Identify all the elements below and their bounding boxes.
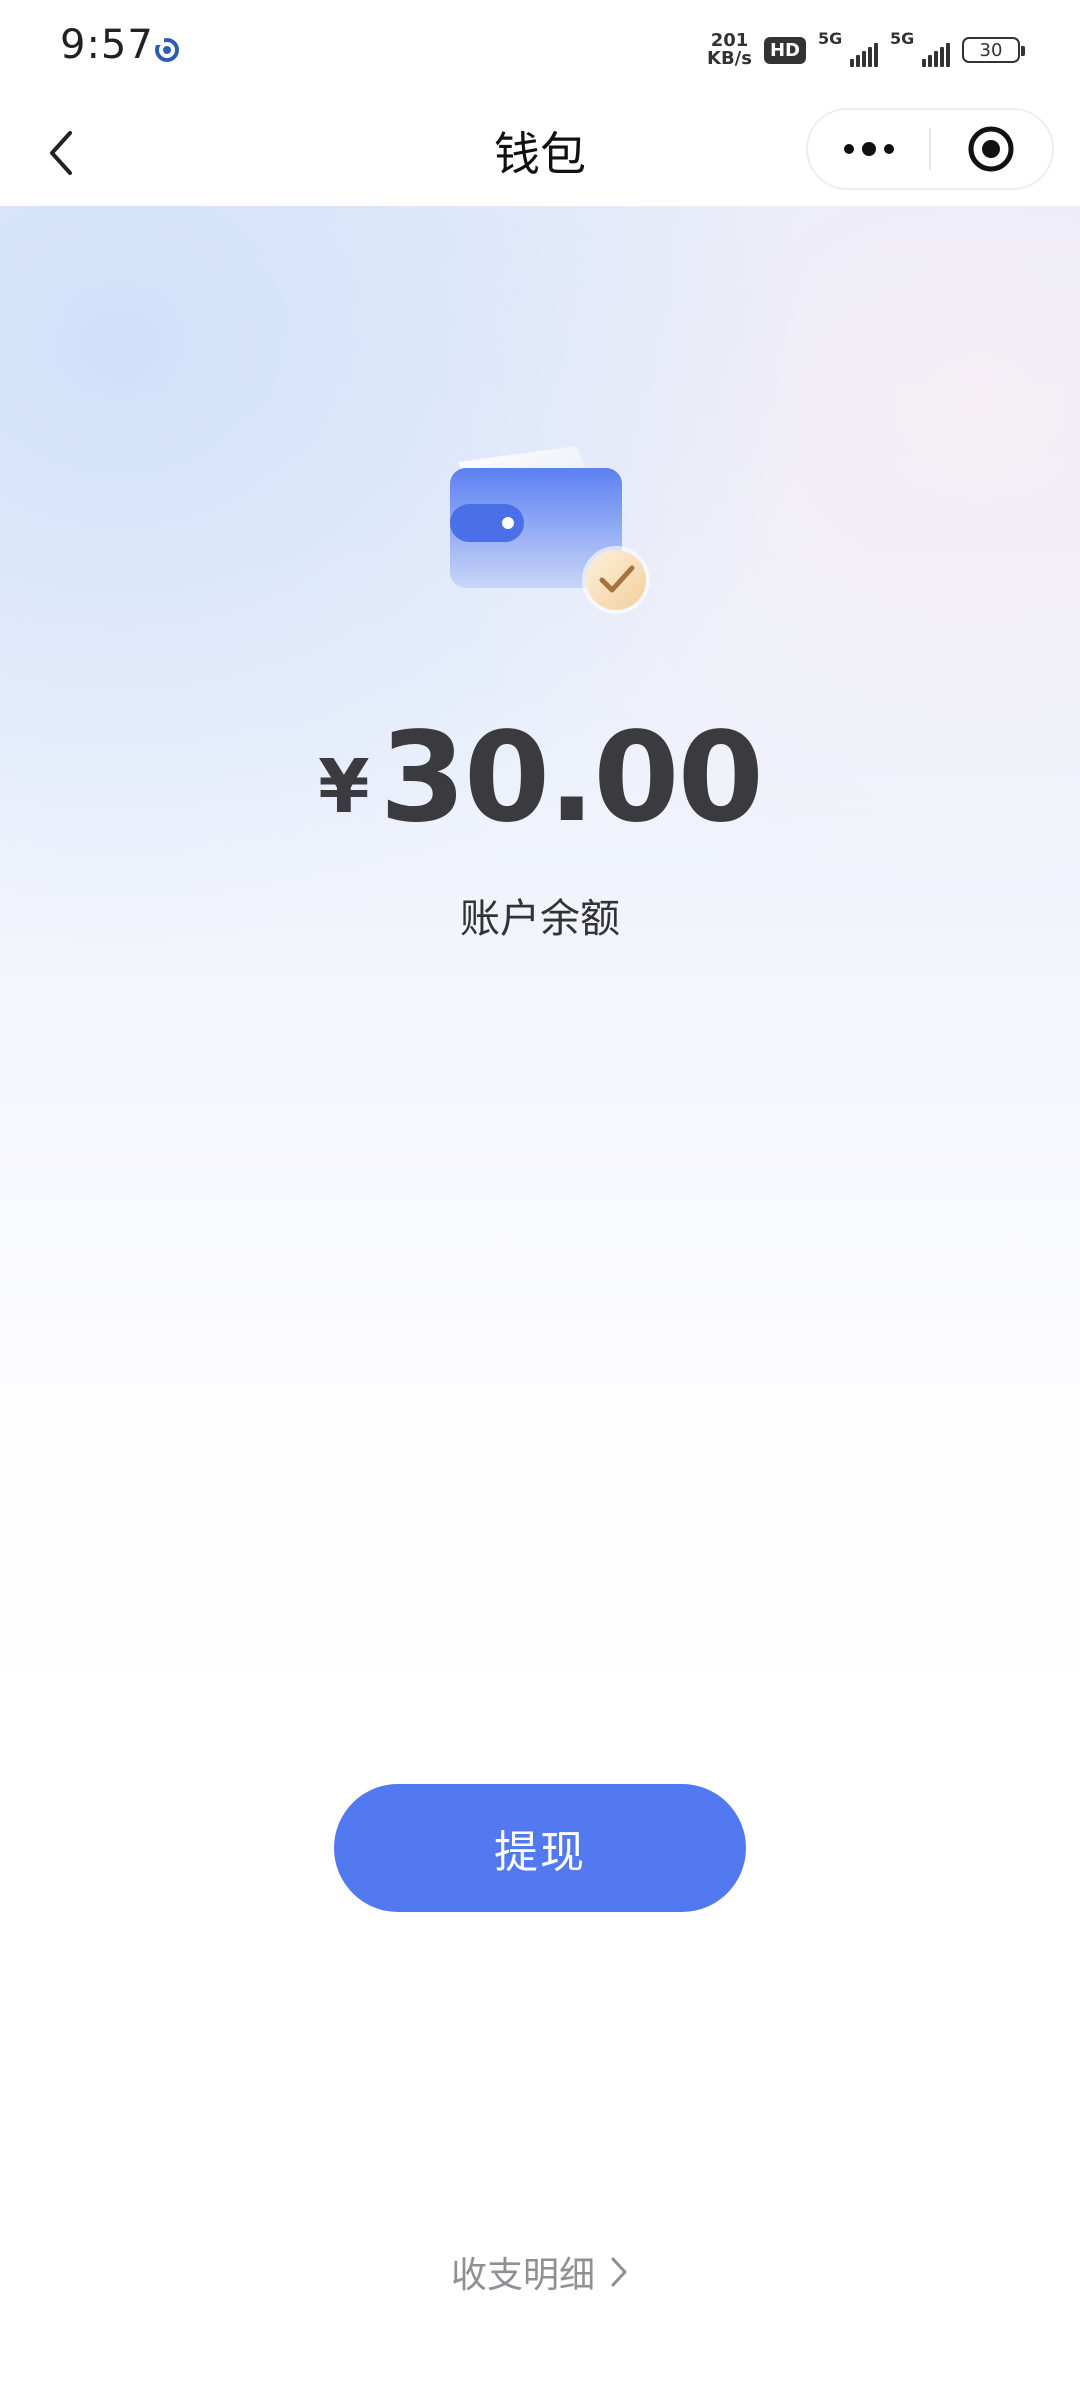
wallet-content: ¥30.00 账户余额 提现 收支明细 [0,206,1080,2400]
hd-badge: HD [763,36,806,64]
transaction-details-link[interactable]: 收支明细 [0,2246,1080,2298]
balance-label: 账户余额 [460,896,620,942]
signal-label: 5G [890,29,915,48]
wallet-check-icon [450,446,650,614]
target-circle-icon [968,126,1014,172]
status-time: 9:57 [60,22,154,68]
balance-amount: ¥30.00 [0,706,1080,850]
more-dots-icon [843,142,894,156]
balance-value: 30.00 [379,706,764,850]
battery-icon: 30 [962,37,1025,63]
currency-symbol: ¥ [318,744,370,830]
nav-bar: 钱包 [0,100,1080,206]
close-button[interactable] [931,110,1052,188]
chevron-right-icon [611,2257,627,2287]
signal-label: 5G [818,29,843,48]
miniprogram-capsule [806,108,1054,190]
wallet-screen: 9:57 201 KB/s HD 5G 5G 30 钱包 ¥30.00 账户余额… [0,0,1080,2400]
app-notification-icon [155,37,179,62]
network-speed: 201 KB/s [707,32,752,68]
signal-icon: 5G [890,29,950,67]
status-bar: 9:57 201 KB/s HD 5G 5G 30 [0,0,1080,100]
more-button[interactable] [808,110,929,188]
signal-icon: 5G [818,29,878,67]
battery-level: 30 [979,39,1003,61]
status-indicators: 201 KB/s HD 5G 5G 30 [707,28,1025,72]
details-label: 收支明细 [450,2255,595,2296]
network-speed-unit: KB/s [707,48,752,69]
withdraw-button[interactable]: 提现 [334,1784,746,1912]
